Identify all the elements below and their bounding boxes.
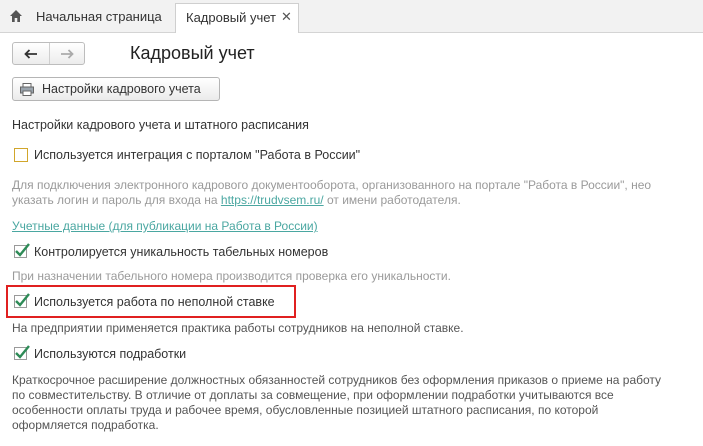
printer-settings-icon: [20, 83, 34, 96]
checkbox-unique-tab-numbers-label[interactable]: Контролируется уникальность табельных но…: [34, 245, 328, 259]
tab-bar: Начальная страница Кадровый учет ✕: [0, 0, 703, 33]
close-icon[interactable]: ✕: [281, 9, 292, 25]
portal-hint-line-1: Для подключения электронного кадрового д…: [12, 178, 652, 192]
portal-hint-text: указать логин и пароль для входа на: [12, 193, 221, 207]
arrow-right-icon: [61, 48, 74, 59]
tab-home[interactable]: Начальная страница: [36, 9, 162, 24]
unique-tab-numbers-hint: При назначении табельного номера произво…: [12, 269, 451, 283]
history-nav: [12, 42, 85, 65]
arrow-left-icon: [24, 48, 37, 59]
back-button[interactable]: [13, 43, 50, 64]
portal-hint-after-link: от имени работодателя.: [323, 193, 461, 207]
trudvsem-link[interactable]: https://trudvsem.ru/: [221, 193, 324, 207]
side-jobs-hint-line-4: оформляется подработка.: [12, 418, 159, 432]
checkbox-unique-tab-numbers[interactable]: [14, 243, 30, 258]
hr-settings-button-label: Настройки кадрового учета: [42, 82, 201, 96]
checkbox-side-jobs[interactable]: [14, 345, 30, 360]
side-jobs-hint-line-2: по совместительству. В отличие от доплат…: [12, 388, 614, 402]
highlight-frame: [6, 285, 296, 318]
checkbox-portal-integration[interactable]: [14, 148, 28, 162]
home-icon[interactable]: [9, 9, 23, 23]
credentials-link[interactable]: Учетные данные (для публикации на Работа…: [12, 219, 318, 233]
page-title: Кадровый учет: [130, 43, 255, 63]
side-jobs-hint-line-1: Краткосрочное расширение должностных обя…: [12, 373, 662, 387]
checkbox-portal-integration-label[interactable]: Используется интеграция с порталом "Рабо…: [34, 148, 360, 162]
portal-hint-line-2: указать логин и пароль для входа на http…: [12, 193, 461, 207]
section-heading: Настройки кадрового учета и штатного рас…: [12, 118, 309, 132]
checkmark-icon: [15, 243, 30, 257]
checkmark-icon: [15, 345, 30, 359]
hr-settings-button[interactable]: Настройки кадрового учета: [12, 77, 220, 101]
part-time-hint: На предприятии применяется практика рабо…: [12, 321, 464, 335]
checkbox-side-jobs-label[interactable]: Используются подработки: [34, 347, 186, 361]
side-jobs-hint-line-3: особенности оплаты труда и рабочее время…: [12, 403, 599, 417]
tab-hr-accounting-label: Кадровый учет: [186, 10, 276, 25]
forward-button[interactable]: [49, 43, 85, 64]
tab-hr-accounting[interactable]: Кадровый учет ✕: [175, 3, 299, 33]
